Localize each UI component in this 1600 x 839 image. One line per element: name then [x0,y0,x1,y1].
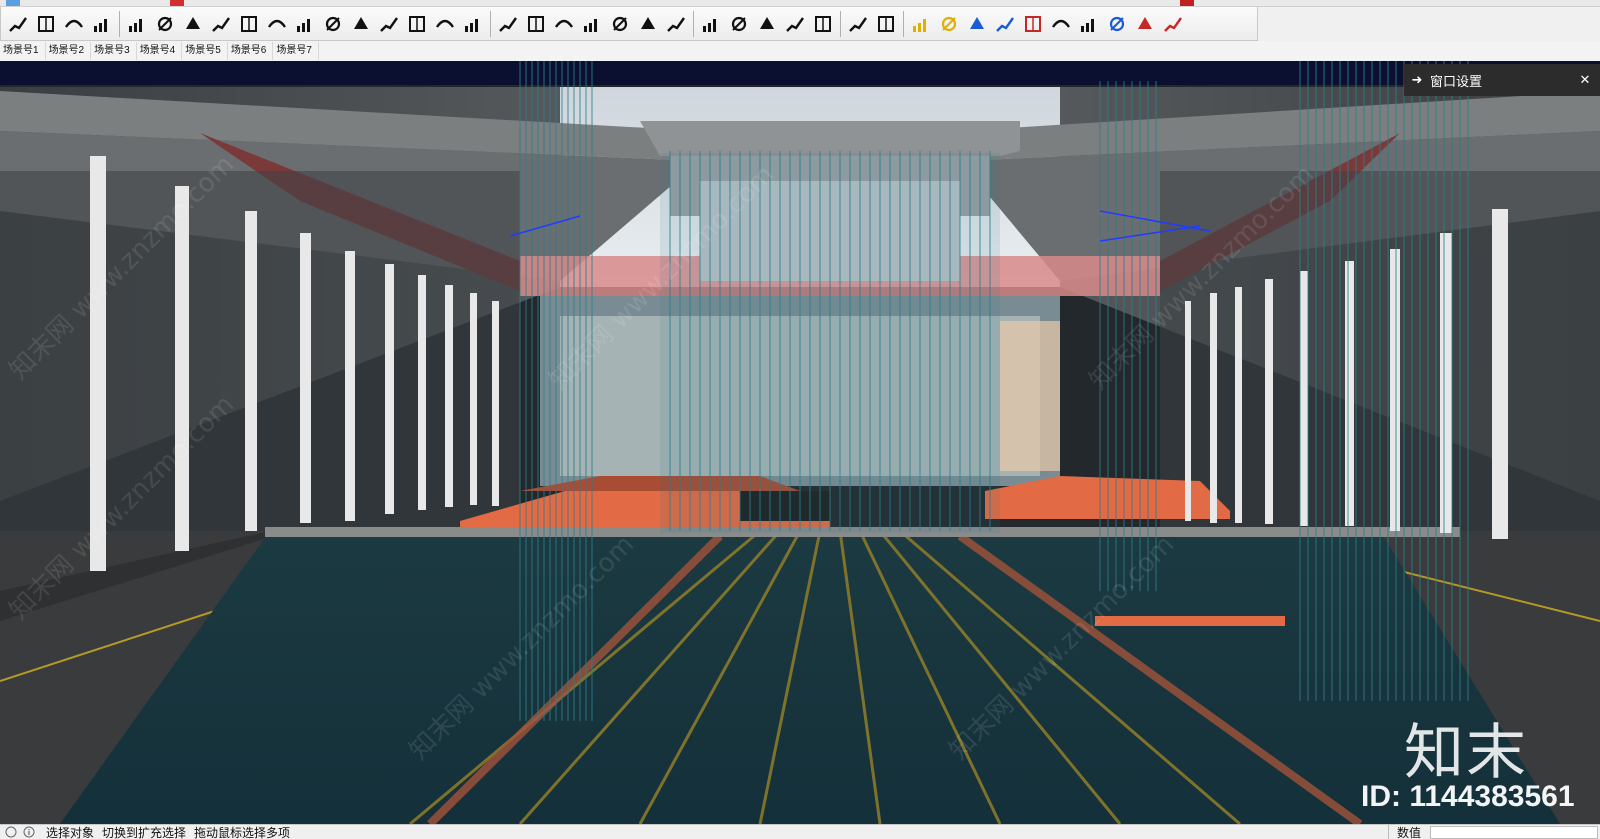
brush-icon[interactable] [810,10,836,38]
toolbar-separator [119,10,120,37]
panel-title: 窗口设置 [1430,73,1483,89]
solid-icon[interactable] [320,10,346,38]
transform-icon[interactable] [124,10,150,38]
toolbar-top-strip [0,0,1600,7]
status-bar: 选择对象 切换到扩充选择 拖动鼠标选择多项 数值 [0,824,1600,839]
column-tool-icon[interactable] [33,10,59,38]
scene-tab-2[interactable]: 场景号2 [46,42,92,60]
stair-tool-icon[interactable] [5,10,31,38]
erase-red-icon[interactable] [1160,10,1186,38]
wave-icon[interactable] [551,10,577,38]
toolbar-stub [1180,0,1194,6]
spline-icon[interactable] [208,10,234,38]
select-box-icon[interactable] [1076,10,1102,38]
bar-steps-icon[interactable] [89,10,115,38]
scene-tab-4[interactable]: 场景号4 [137,42,183,60]
align-icon[interactable] [152,10,178,38]
cube-icon[interactable] [460,10,486,38]
close-icon[interactable]: ✕ [1570,65,1600,95]
toolbar-separator [840,10,841,37]
scene-tab-3[interactable]: 场景号3 [91,42,137,60]
line-link-icon[interactable] [1048,10,1074,38]
status-message: 拖动鼠标选择多项 [194,825,291,839]
toolbar-stub [6,0,20,6]
color-cube-a-icon[interactable] [908,10,934,38]
scene-tab-5[interactable]: 场景号5 [182,42,228,60]
mirror-icon[interactable] [698,10,724,38]
panel-arrow-icon[interactable]: ➜ [1404,72,1430,88]
rotate-arrow-icon[interactable] [264,10,290,38]
window-settings-panel-header[interactable]: ➜ 窗口设置 ✕ [1404,64,1600,96]
status-message: 选择对象 [46,825,95,839]
box-icon[interactable] [432,10,458,38]
ramp-tool-icon[interactable] [61,10,87,38]
arch-icon[interactable] [495,10,521,38]
panel-icon[interactable] [754,10,780,38]
help-icon[interactable] [4,825,18,839]
undo-blue-icon[interactable] [1104,10,1130,38]
wave-chain-icon[interactable] [523,10,549,38]
loft-icon[interactable] [236,10,262,38]
scene-tab-1[interactable]: 场景号1 [0,42,46,60]
knife-icon[interactable] [607,10,633,38]
up-down-red-icon[interactable] [1020,10,1046,38]
toolbar-separator [693,10,694,37]
status-message: 切换到扩充选择 [102,825,187,839]
layer-icon[interactable] [404,10,430,38]
toolbar-separator [903,10,904,37]
measurement-label: 数值 [1397,826,1422,839]
stack-icon[interactable] [376,10,402,38]
measurement-box: 数值 [1388,825,1421,839]
info-icon[interactable] [22,825,36,839]
column-blue-icon[interactable] [964,10,990,38]
toolbar-stub [170,0,184,6]
watermark-id: ID: 1144383561 [1361,780,1575,813]
color-cube-b-icon[interactable] [936,10,962,38]
up-down-blue-icon[interactable] [992,10,1018,38]
circle-slash-icon[interactable] [348,10,374,38]
scene-tab-6[interactable]: 场景号6 [228,42,274,60]
sketchup-window: 场景号1 场景号2 场景号3 场景号4 场景号5 场景号6 场景号7 知末网 w… [0,0,1600,839]
scene-render: 知末网 www.znzmo.com 知末网 www.znzmo.com 知末网 … [0,61,1600,824]
arc-icon[interactable] [180,10,206,38]
render-b-icon[interactable] [873,10,899,38]
pillars-icon[interactable] [663,10,689,38]
scene-tab-bar: 场景号1 场景号2 场景号3 场景号4 场景号5 场景号6 场景号7 [0,41,1600,61]
main-toolbar [0,7,1258,41]
comb-icon[interactable] [635,10,661,38]
undo-red-icon[interactable] [1132,10,1158,38]
render-a-icon[interactable] [845,10,871,38]
measurement-input[interactable] [1430,826,1598,839]
path-curve-icon[interactable] [292,10,318,38]
grid-dots-icon[interactable] [726,10,752,38]
watermark-logo: 知末 [1404,718,1528,788]
3d-viewport[interactable]: 知末网 www.znzmo.com 知末网 www.znzmo.com 知末网 … [0,61,1600,824]
scene-tab-7[interactable]: 场景号7 [273,42,319,60]
pin-icon[interactable] [782,10,808,38]
toolbar-separator [490,10,491,37]
spiral-icon[interactable] [579,10,605,38]
